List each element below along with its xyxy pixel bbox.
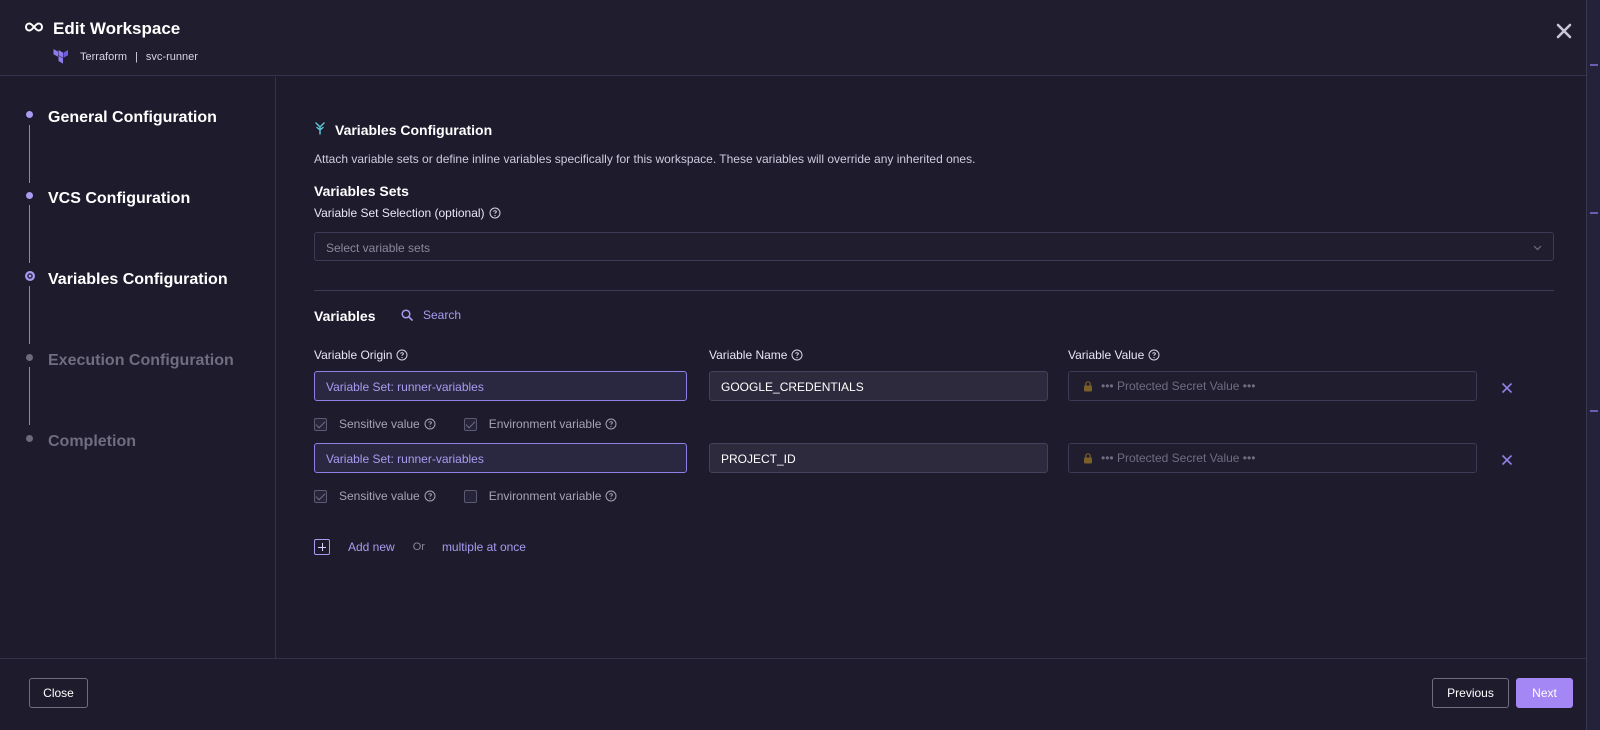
label-text: Variable Name [709,348,788,362]
variable-origin-field[interactable]: Variable Set: runner-variables [314,443,687,473]
step-execution-configuration[interactable]: Execution Configuration [0,350,276,380]
variable-name-field[interactable]: GOOGLE_CREDENTIALS [709,371,1048,401]
search-label: Search [423,308,462,322]
help-icon[interactable] [1148,349,1160,361]
main-panel: Variables Configuration Attach variable … [277,77,1586,658]
environment-variable-option[interactable]: Environment variable [463,417,618,431]
infinity-icon [24,22,44,32]
step-vcs-configuration[interactable]: VCS Configuration [0,188,276,218]
environment-checkbox[interactable] [463,489,477,503]
help-icon[interactable] [424,490,436,502]
variable-value-field[interactable]: ••• Protected Secret Value ••• [1068,443,1477,473]
step-dot-current [25,271,35,281]
delete-variable-icon[interactable] [1501,454,1513,466]
edge-mark [1590,64,1598,66]
step-dot [26,111,33,118]
modal-header: Edit Workspace Terraform | svc-runner [0,0,1586,76]
step-dot [26,435,33,442]
column-variable-value: Variable Value [1068,348,1160,362]
edge-mark [1590,212,1598,214]
sensitive-value-option[interactable]: Sensitive value [314,489,436,503]
environment-checkbox[interactable] [463,417,477,431]
next-button[interactable]: Next [1516,678,1573,708]
help-icon[interactable] [605,418,617,430]
variable-sets-select[interactable]: Select variable sets [314,232,1554,261]
step-variables-configuration[interactable]: Variables Configuration [0,269,276,299]
workspace-name: svc-runner [145,51,198,63]
environment-variable-option[interactable]: Environment variable [463,489,618,503]
step-dot [26,354,33,361]
variable-set-selection-label: Variable Set Selection (optional) [314,206,501,220]
add-variable-row: Add new Or multiple at once [314,539,526,555]
column-variable-name: Variable Name [709,348,803,362]
step-completion[interactable]: Completion [0,431,276,461]
option-label: Environment variable [488,489,602,503]
edge-mark [1590,410,1598,412]
sensitive-value-option[interactable]: Sensitive value [314,417,436,431]
step-general-configuration[interactable]: General Configuration [0,107,276,137]
variable-value-field[interactable]: ••• Protected Secret Value ••• [1068,371,1477,401]
variables-section-icon [315,122,325,135]
row-options: Sensitive value Environment variable [314,417,617,431]
option-label: Environment variable [488,417,602,431]
step-label: VCS Configuration [48,190,191,207]
select-placeholder: Select variable sets [326,241,431,255]
label-text: Variable Origin [314,348,393,362]
sensitive-checkbox[interactable] [314,489,327,503]
help-icon[interactable] [396,349,408,361]
step-dot [26,192,33,199]
protected-value-text: ••• Protected Secret Value ••• [1101,379,1256,393]
help-icon[interactable] [791,349,803,361]
close-icon[interactable] [1555,22,1573,40]
section-description: Attach variable sets or define inline va… [314,152,976,166]
workspace-breadcrumb: Terraform | svc-runner [80,51,198,63]
edit-workspace-modal: Edit Workspace Terraform | svc-runner Ge… [0,0,1586,730]
variable-origin-field[interactable]: Variable Set: runner-variables [314,371,687,401]
step-label: Completion [48,433,136,450]
chevron-down-icon [1533,245,1542,251]
provider-name: Terraform [80,51,128,63]
step-label: Variables Configuration [48,271,228,288]
modal-title: Edit Workspace [53,19,181,38]
option-label: Sensitive value [339,489,420,503]
sensitive-checkbox[interactable] [314,417,327,431]
help-icon[interactable] [489,207,501,219]
stepper-sidebar: General Configuration VCS Configuration … [0,77,276,658]
step-label: Execution Configuration [48,352,234,369]
background-edge [1586,0,1600,730]
close-button[interactable]: Close [29,678,88,708]
row-options: Sensitive value Environment variable [314,489,617,503]
variables-heading: Variables [314,308,376,324]
lock-icon [1084,380,1092,391]
add-multiple-link[interactable]: multiple at once [442,540,526,554]
section-title: Variables Configuration [335,122,493,138]
or-text: Or [412,541,425,553]
breadcrumb-separator: | [135,51,138,63]
previous-button[interactable]: Previous [1432,678,1509,708]
step-label: General Configuration [48,109,217,126]
search-variables-button[interactable]: Search [401,308,461,322]
modal-footer: Close Previous Next [0,658,1586,730]
column-variable-origin: Variable Origin [314,348,408,362]
variable-name-field[interactable]: PROJECT_ID [709,443,1048,473]
variable-sets-heading: Variables Sets [314,183,409,199]
delete-variable-icon[interactable] [1501,382,1513,394]
lock-icon [1084,452,1092,463]
option-label: Sensitive value [339,417,420,431]
add-new-link[interactable]: Add new [348,540,395,554]
protected-value-text: ••• Protected Secret Value ••• [1101,451,1256,465]
add-icon[interactable] [314,539,330,555]
help-icon[interactable] [424,418,436,430]
label-text: Variable Set Selection (optional) [314,206,485,220]
label-text: Variable Value [1068,348,1145,362]
section-divider [314,290,1554,291]
search-icon [401,309,413,321]
help-icon[interactable] [605,490,617,502]
terraform-logo-icon [53,49,68,64]
